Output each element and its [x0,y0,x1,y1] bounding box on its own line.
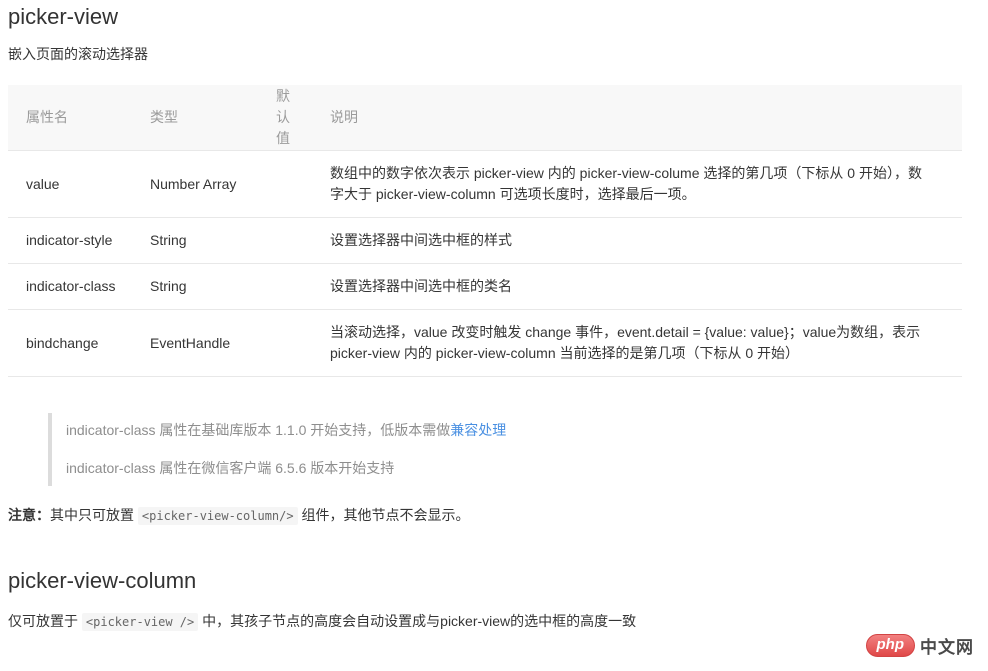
col-header-desc: 说明 [330,85,962,151]
php-logo: php [866,634,916,657]
table-row: value Number Array 数组中的数字依次表示 picker-vie… [8,151,962,218]
attr-type-cell: Number Array [150,151,276,218]
attr-desc-cell: 数组中的数字依次表示 picker-view 内的 picker-view-co… [330,151,962,218]
col-header-type: 类型 [150,85,276,151]
table-row: bindchange EventHandle 当滚动选择，value 改变时触发… [8,310,962,377]
col-header-name: 属性名 [8,85,150,151]
section-text-before: 仅可放置于 [8,613,82,629]
attr-type-cell: String [150,218,276,264]
attr-desc-cell: 设置选择器中间选中框的样式 [330,218,962,264]
version-note-line-2: indicator-class 属性在微信客户端 6.5.6 版本开始支持 [66,460,940,477]
attr-desc-cell: 设置选择器中间选中框的类名 [330,264,962,310]
attributes-table: 属性名 类型 默认值 说明 value Number Array 数组中的数字依… [8,85,962,377]
notice-text-before: 其中只可放置 [50,507,138,523]
page-subtitle: 嵌入页面的滚动选择器 [8,46,980,62]
inline-code-picker-view-column: <picker-view-column/> [138,507,298,525]
attr-default-cell [276,264,330,310]
attr-name-cell: bindchange [8,310,150,377]
notice-label: 注意： [8,507,50,523]
inline-code-picker-view: <picker-view /> [82,613,198,631]
notice-paragraph: 注意：其中只可放置 <picker-view-column/> 组件，其他节点不… [8,506,980,526]
col-header-default: 默认值 [276,85,330,151]
section-title-picker-view-column: picker-view-column [8,568,980,594]
attr-type-cell: EventHandle [150,310,276,377]
attr-default-cell [276,310,330,377]
compat-link[interactable]: 兼容处理 [450,422,506,438]
watermark-text: 中文网 [920,633,974,658]
page: picker-view 嵌入页面的滚动选择器 属性名 类型 默认值 说明 val… [0,0,988,671]
php-cn-watermark: php 中文网 [866,633,975,658]
attr-name-cell: indicator-class [8,264,150,310]
version-note-line-1: indicator-class 属性在基础库版本 1.1.0 开始支持，低版本需… [66,422,940,439]
section-paragraph: 仅可放置于 <picker-view /> 中，其孩子节点的高度会自动设置成与p… [8,612,980,632]
version-support-note: indicator-class 属性在基础库版本 1.1.0 开始支持，低版本需… [48,413,940,486]
table-row: indicator-class String 设置选择器中间选中框的类名 [8,264,962,310]
attr-name-cell: indicator-style [8,218,150,264]
table-row: indicator-style String 设置选择器中间选中框的样式 [8,218,962,264]
attr-default-cell [276,218,330,264]
attr-name-cell: value [8,151,150,218]
attr-type-cell: String [150,264,276,310]
attr-default-cell [276,151,330,218]
page-title: picker-view [8,4,980,30]
attr-desc-cell: 当滚动选择，value 改变时触发 change 事件，event.detail… [330,310,962,377]
content-area: picker-view 嵌入页面的滚动选择器 属性名 类型 默认值 说明 val… [0,0,988,632]
notice-text-after: 组件，其他节点不会显示。 [298,507,470,523]
section-text-after: 中，其孩子节点的高度会自动设置成与picker-view的选中框的高度一致 [198,613,636,629]
table-header-row: 属性名 类型 默认值 说明 [8,85,962,151]
version-note-text: indicator-class 属性在基础库版本 1.1.0 开始支持，低版本需… [66,422,450,438]
